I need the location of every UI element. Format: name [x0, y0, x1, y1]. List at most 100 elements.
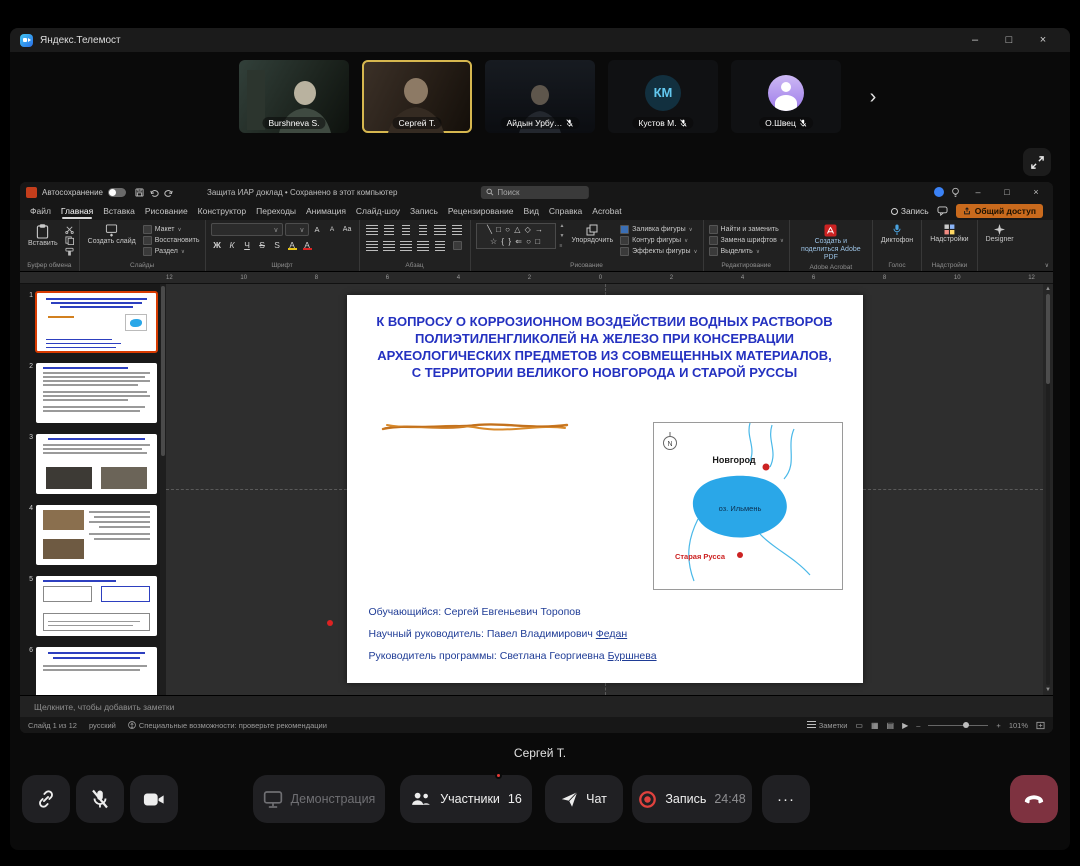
thumbnail-item[interactable]: 2 — [23, 363, 157, 423]
smartart-button[interactable] — [450, 239, 465, 252]
shapes-gallery[interactable]: ╲ □ ○ △ ◇ → ☆ { } ⇐ ○ □ — [476, 223, 556, 249]
close-button[interactable]: × — [1026, 28, 1060, 52]
ppt-maximize-button[interactable]: □ — [996, 187, 1018, 197]
thumbnail-preview[interactable] — [36, 363, 157, 423]
zoom-slider[interactable] — [928, 725, 988, 726]
font-color-button[interactable]: А — [301, 238, 314, 251]
grow-font-button[interactable]: A — [311, 223, 324, 236]
copy-icon[interactable] — [65, 236, 74, 245]
more-options-button[interactable]: ··· — [762, 775, 810, 823]
create-pdf-button[interactable]: Создать и поделиться Adobe PDF — [795, 223, 867, 263]
align-right-button[interactable] — [399, 239, 414, 252]
thumbnail-item[interactable]: 4 — [23, 505, 157, 565]
numbering-button[interactable] — [382, 223, 397, 236]
maximize-button[interactable]: □ — [992, 28, 1026, 52]
tab-home[interactable]: Главная — [61, 206, 93, 216]
tab-review[interactable]: Рецензирование — [448, 206, 514, 216]
normal-view-button[interactable]: ▭ — [855, 721, 863, 730]
lightbulb-icon[interactable] — [951, 187, 960, 198]
tab-record[interactable]: Запись — [410, 206, 438, 216]
slide-credits[interactable]: Обучающийся: Сергей Евгеньевич Торопов Н… — [369, 601, 657, 667]
replace-button[interactable]: Замена шрифтов∨ — [709, 236, 784, 245]
slideshow-button[interactable]: ▶ — [902, 721, 908, 730]
shape-fill-button[interactable]: Заливка фигуры∨ — [620, 225, 697, 234]
find-button[interactable]: Найти и заменить — [709, 225, 784, 234]
participants-button[interactable]: Участники 16 — [400, 775, 532, 823]
notes-pane[interactable]: Щелкните, чтобы добавить заметки — [20, 695, 1053, 717]
line-spacing-button[interactable] — [433, 223, 448, 236]
language-indicator[interactable]: русский — [89, 721, 116, 730]
new-slide-button[interactable]: Создать слайд — [85, 223, 139, 246]
thumbnail-preview[interactable] — [36, 292, 157, 352]
minimize-button[interactable]: – — [958, 28, 992, 52]
italic-button[interactable]: К — [226, 238, 239, 251]
slide-canvas[interactable]: К ВОПРОСУ О КОРРОЗИОННОМ ВОЗДЕЙСТВИИ ВОД… — [166, 284, 1043, 695]
zoom-in-button[interactable]: + — [996, 721, 1000, 730]
comments-icon[interactable] — [937, 206, 948, 216]
font-size-combo[interactable]: ∨ — [285, 223, 309, 236]
zoom-level[interactable]: 101% — [1009, 721, 1028, 730]
shrink-font-button[interactable]: A — [326, 223, 339, 236]
ppt-close-button[interactable]: × — [1025, 187, 1047, 197]
slide-sorter-view-button[interactable]: ▦ — [871, 721, 879, 730]
undo-icon[interactable] — [149, 188, 159, 197]
shapes-gallery-scroll[interactable]: ▲▼≡ — [560, 223, 565, 249]
bold-button[interactable]: Ж — [211, 238, 224, 251]
bullets-button[interactable] — [365, 223, 380, 236]
share-screen-button[interactable]: Демонстрация — [253, 775, 385, 823]
columns-button[interactable] — [433, 239, 448, 252]
tab-acrobat[interactable]: Acrobat — [592, 206, 621, 216]
thumbnail-item[interactable]: 6 — [23, 647, 157, 695]
change-case-button[interactable]: Аа — [341, 223, 354, 236]
format-painter-icon[interactable] — [65, 247, 74, 256]
align-center-button[interactable] — [382, 239, 397, 252]
arrange-button[interactable]: Упорядочить — [568, 223, 616, 245]
slide-title[interactable]: К ВОПРОСУ О КОРРОЗИОННОМ ВОЗДЕЙСТВИИ ВОД… — [347, 313, 863, 382]
ppt-minimize-button[interactable]: – — [967, 187, 989, 197]
share-button[interactable]: Общий доступ — [956, 204, 1043, 218]
tab-insert[interactable]: Вставка — [103, 206, 135, 216]
tab-help[interactable]: Справка — [549, 206, 582, 216]
text-shadow-button[interactable]: S — [271, 238, 284, 251]
reading-view-button[interactable]: ▤ — [887, 721, 895, 730]
tab-design[interactable]: Конструктор — [198, 206, 246, 216]
account-avatar[interactable] — [934, 187, 944, 197]
expand-screen-button[interactable] — [1023, 148, 1051, 176]
notes-toggle[interactable]: Заметки — [807, 721, 848, 730]
layout-button[interactable]: Макет∨ — [143, 225, 200, 234]
font-name-combo[interactable]: ∨ — [211, 223, 283, 236]
dictate-button[interactable]: Диктофон — [878, 223, 916, 245]
tab-view[interactable]: Вид — [524, 206, 539, 216]
tab-draw[interactable]: Рисование — [145, 206, 188, 216]
current-slide[interactable]: К ВОПРОСУ О КОРРОЗИОННОМ ВОЗДЕЙСТВИИ ВОД… — [347, 295, 863, 683]
thumbnail-item[interactable]: 1 — [23, 292, 157, 352]
thumbnail-item[interactable]: 3 — [23, 434, 157, 494]
thumbnail-item[interactable]: 5 — [23, 576, 157, 636]
participant-tile[interactable]: О.Швец — [731, 60, 841, 133]
tab-animations[interactable]: Анимация — [306, 206, 346, 216]
microphone-button[interactable] — [76, 775, 124, 823]
search-input[interactable]: Поиск — [480, 186, 588, 199]
recording-button[interactable]: Запись 24:48 — [632, 775, 752, 823]
tab-slideshow[interactable]: Слайд-шоу — [356, 206, 400, 216]
canvas-scrollbar[interactable]: ▲ ▼ — [1043, 284, 1053, 695]
save-icon[interactable] — [135, 188, 144, 197]
participant-tile-active-speaker[interactable]: Сергей Т. — [362, 60, 472, 133]
justify-button[interactable] — [416, 239, 431, 252]
accessibility-checker[interactable]: Специальные возможности: проверьте реком… — [128, 721, 327, 730]
autosave-toggle[interactable] — [108, 188, 126, 197]
thumbnail-preview[interactable] — [36, 434, 157, 494]
map-image[interactable]: N Новгород оз. Ильмень Старая Русса — [653, 422, 843, 590]
orange-scribble-drawing[interactable] — [379, 417, 571, 435]
hang-up-button[interactable] — [1010, 775, 1058, 823]
highlight-color-button[interactable]: А — [286, 238, 299, 251]
zoom-out-button[interactable]: – — [916, 721, 920, 730]
thumbnail-preview[interactable] — [36, 505, 157, 565]
reset-button[interactable]: Восстановить — [143, 236, 200, 245]
underline-button[interactable]: Ч — [241, 238, 254, 251]
thumbnail-preview[interactable] — [36, 647, 157, 695]
designer-button[interactable]: Designer — [983, 223, 1017, 244]
chat-button[interactable]: Чат — [545, 775, 623, 823]
thumbnail-preview[interactable] — [36, 576, 157, 636]
shape-outline-button[interactable]: Контур фигуры∨ — [620, 236, 697, 245]
